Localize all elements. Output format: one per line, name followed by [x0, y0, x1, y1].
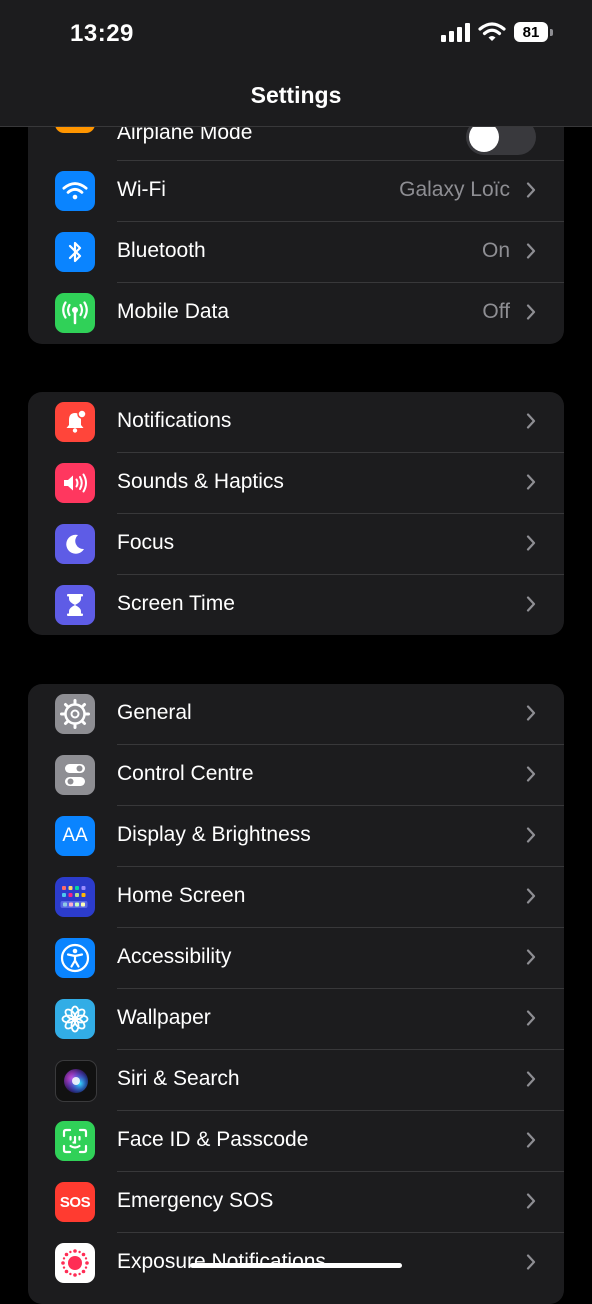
settings-row-accessibility[interactable]: Accessibility — [28, 928, 564, 989]
home-indicator[interactable] — [190, 1263, 402, 1268]
settings-row-sounds-haptics[interactable]: Sounds & Haptics — [28, 453, 564, 514]
exposure-icon — [55, 1243, 95, 1283]
connectivity-group: Airplane Mode Wi-Fi Galaxy Loïc Bluetoot… — [28, 101, 564, 344]
gear-icon — [55, 694, 95, 734]
settings-row-label: Screen Time — [117, 592, 235, 615]
settings-row-wifi[interactable]: Wi-Fi Galaxy Loïc — [28, 161, 564, 222]
chevron-right-icon — [526, 766, 536, 782]
chevron-right-icon — [526, 949, 536, 965]
navigation-bar: Settings — [0, 70, 592, 127]
settings-row-label: Sounds & Haptics — [117, 470, 284, 493]
antenna-icon — [55, 293, 95, 333]
settings-row-general[interactable]: General — [28, 684, 564, 745]
battery-indicator: 81 — [514, 22, 553, 42]
bell-icon — [55, 402, 95, 442]
settings-row-emergency-sos[interactable]: SOS Emergency SOS — [28, 1172, 564, 1233]
cellular-signal-icon — [441, 22, 470, 42]
settings-row-label: Wallpaper — [117, 1006, 211, 1029]
notifications-group: Notifications Sounds & Haptics Focus Scr… — [28, 392, 564, 635]
text-size-icon: AA — [55, 816, 95, 856]
chevron-right-icon — [526, 535, 536, 551]
general-group: General Control Centre AA Display & Brig… — [28, 684, 564, 1304]
wifi-status-icon — [478, 22, 506, 41]
speaker-icon — [55, 463, 95, 503]
settings-row-label: Home Screen — [117, 884, 246, 907]
moon-icon — [55, 524, 95, 564]
settings-row-label: Accessibility — [117, 945, 232, 968]
chevron-right-icon — [526, 1132, 536, 1148]
settings-row-label: Display & Brightness — [117, 823, 311, 846]
chevron-right-icon — [526, 413, 536, 429]
settings-row-focus[interactable]: Focus — [28, 514, 564, 575]
settings-row-label: Focus — [117, 531, 175, 554]
text-size-icon-glyph: AA — [62, 825, 88, 846]
settings-row-siri-search[interactable]: Siri & Search — [28, 1050, 564, 1111]
settings-row-label: Notifications — [117, 409, 232, 432]
settings-row-mobile-data[interactable]: Mobile Data Off — [28, 283, 564, 344]
chevron-right-icon — [526, 304, 536, 320]
chevron-right-icon — [526, 1193, 536, 1209]
siri-icon — [55, 1060, 97, 1102]
accessibility-icon — [55, 938, 95, 978]
face-id-icon — [55, 1121, 95, 1161]
settings-row-label: Wi-Fi — [117, 178, 166, 201]
chevron-right-icon — [526, 596, 536, 612]
mobile-data-value: Off — [482, 300, 510, 323]
settings-row-label: Mobile Data — [117, 300, 230, 323]
wifi-icon — [55, 171, 95, 211]
chevron-right-icon — [526, 182, 536, 198]
settings-row-label: Exposure Notifications — [117, 1250, 326, 1273]
chevron-right-icon — [526, 1071, 536, 1087]
chevron-right-icon — [526, 243, 536, 259]
settings-row-face-id[interactable]: Face ID & Passcode — [28, 1111, 564, 1172]
chevron-right-icon — [526, 474, 536, 490]
settings-row-label: Emergency SOS — [117, 1189, 274, 1212]
settings-row-label: Control Centre — [117, 762, 254, 785]
sos-icon: SOS — [55, 1182, 95, 1222]
page-title: Settings — [250, 82, 342, 108]
sos-icon-glyph: SOS — [59, 1193, 91, 1211]
settings-row-wallpaper[interactable]: Wallpaper — [28, 989, 564, 1050]
bluetooth-icon — [55, 232, 95, 272]
settings-row-bluetooth[interactable]: Bluetooth On — [28, 222, 564, 283]
settings-row-screen-time[interactable]: Screen Time — [28, 575, 564, 635]
status-time: 13:29 — [70, 20, 134, 47]
status-bar: 13:29 81 — [0, 0, 592, 70]
settings-row-label: Siri & Search — [117, 1067, 240, 1090]
chevron-right-icon — [526, 827, 536, 843]
chevron-right-icon — [526, 1254, 536, 1270]
settings-row-label: Bluetooth — [117, 239, 206, 262]
switches-icon — [55, 755, 95, 795]
app-grid-icon — [55, 877, 95, 917]
flower-icon — [55, 999, 95, 1039]
hourglass-icon — [55, 585, 95, 625]
chevron-right-icon — [526, 888, 536, 904]
chevron-right-icon — [526, 705, 536, 721]
wifi-network-value: Galaxy Loïc — [399, 178, 510, 201]
settings-row-label: General — [117, 701, 192, 724]
bluetooth-value: On — [481, 239, 510, 262]
settings-row-label: Face ID & Passcode — [117, 1128, 309, 1151]
chevron-right-icon — [526, 1010, 536, 1026]
settings-row-home-screen[interactable]: Home Screen — [28, 867, 564, 928]
settings-row-control-centre[interactable]: Control Centre — [28, 745, 564, 806]
status-indicators: 81 — [441, 22, 553, 42]
settings-row-notifications[interactable]: Notifications — [28, 392, 564, 453]
settings-row-display-brightness[interactable]: AA Display & Brightness — [28, 806, 564, 867]
